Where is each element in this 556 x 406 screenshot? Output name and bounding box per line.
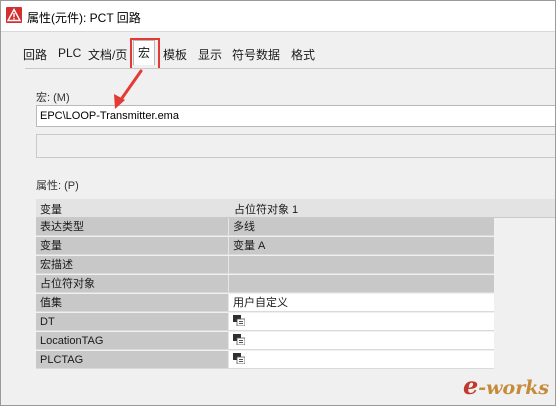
eworks-watermark: e-works xyxy=(463,371,550,400)
column-header-variable[interactable]: 变量 xyxy=(40,201,62,217)
property-name-cell: 表达类型 xyxy=(36,218,229,236)
table-row[interactable]: PLCTAG xyxy=(36,351,494,370)
property-name-cell: 变量 xyxy=(36,237,229,255)
property-value-cell xyxy=(229,256,494,274)
table-row[interactable]: 占位符对象 xyxy=(36,275,494,294)
tab-document-page[interactable]: 文档/页 xyxy=(88,46,127,63)
tab-symbol-data[interactable]: 符号数据 xyxy=(232,46,280,63)
table-row[interactable]: DT xyxy=(36,313,494,332)
grid-filler xyxy=(494,256,555,275)
property-name-cell: 占位符对象 xyxy=(36,275,229,293)
language-icon[interactable] xyxy=(233,353,245,364)
property-name-cell: 宏描述 xyxy=(36,256,229,274)
tab-template[interactable]: 模板 xyxy=(163,46,187,63)
properties-dialog: 属性(元件): PCT 回路 回路 PLC 文档/页 宏 模板 显示 符号数据 … xyxy=(0,0,556,406)
property-value-cell[interactable]: 用户自定义 xyxy=(229,294,494,312)
grid-filler xyxy=(494,294,555,313)
grid-header: 变量 占位符对象 1 xyxy=(36,199,555,218)
property-value-cell: 多线 xyxy=(229,218,494,236)
title-bar: 属性(元件): PCT 回路 xyxy=(1,1,555,32)
grid-filler xyxy=(494,218,555,237)
warning-icon xyxy=(6,7,22,23)
grid-filler xyxy=(494,237,555,256)
tab-plc[interactable]: PLC xyxy=(58,46,81,60)
grid-header-filler xyxy=(494,199,555,217)
language-icon[interactable] xyxy=(233,334,245,345)
macro-label: 宏: (M) xyxy=(36,92,70,104)
table-row[interactable]: 变量 变量 A xyxy=(36,237,494,256)
table-row[interactable]: LocationTAG xyxy=(36,332,494,351)
grid-filler xyxy=(494,275,555,294)
macro-path-field[interactable]: EPC\LOOP-Transmitter.ema xyxy=(36,105,555,127)
macro-description-box xyxy=(36,134,555,158)
property-value-cell[interactable] xyxy=(229,313,494,331)
window-title: 属性(元件): PCT 回路 xyxy=(27,11,141,25)
property-name-cell: LocationTAG xyxy=(36,332,229,350)
property-name-cell: DT xyxy=(36,313,229,331)
table-row[interactable]: 宏描述 xyxy=(36,256,494,275)
property-value-cell[interactable] xyxy=(229,332,494,350)
property-value-cell: 变量 A xyxy=(229,237,494,255)
grid-filler xyxy=(494,313,555,332)
grid-filler xyxy=(494,332,555,351)
table-row[interactable]: 表达类型 多线 xyxy=(36,218,494,237)
tab-display[interactable]: 显示 xyxy=(198,46,222,63)
language-icon[interactable] xyxy=(233,315,245,326)
property-value-cell[interactable] xyxy=(229,351,494,369)
column-header-placeholder[interactable]: 占位符对象 1 xyxy=(234,201,298,217)
tab-loop[interactable]: 回路 xyxy=(23,46,47,63)
property-value-cell xyxy=(229,275,494,293)
properties-label: 属性: (P) xyxy=(36,180,79,192)
property-name-cell: PLCTAG xyxy=(36,351,229,369)
tab-format[interactable]: 格式 xyxy=(291,46,315,63)
macro-tab-highlight xyxy=(130,38,160,71)
table-row[interactable]: 值集 用户自定义 xyxy=(36,294,494,313)
grid-filler xyxy=(494,351,555,370)
property-name-cell: 值集 xyxy=(36,294,229,312)
